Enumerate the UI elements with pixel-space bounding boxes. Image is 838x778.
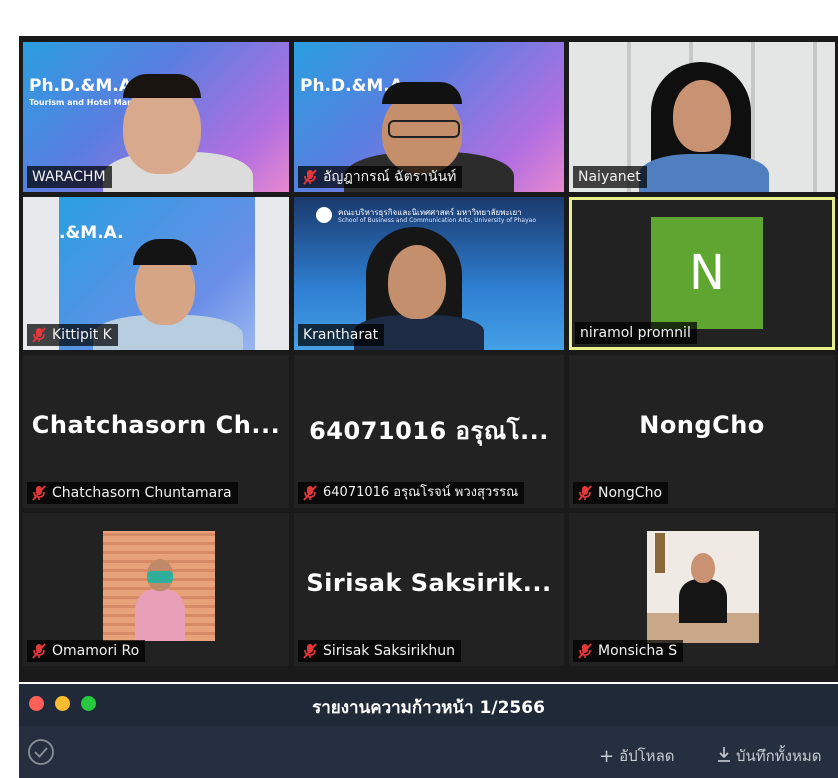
participant-name: Naiyanet <box>578 169 641 185</box>
participant-name-tag: อัญฎากรณ์ ฉัตรานันท์ <box>298 166 463 188</box>
participant-tile-omamori[interactable]: Omamori Ro <box>23 513 289 666</box>
participant-name: Omamori Ro <box>52 643 140 659</box>
participant-name-tag: Naiyanet <box>573 166 647 188</box>
participant-tile-kittipit[interactable]: .&M.A. Kittipit K <box>23 197 289 350</box>
participant-name-tag: WARACHM <box>27 166 112 188</box>
muted-mic-icon <box>303 485 317 501</box>
muted-mic-icon <box>303 169 317 185</box>
muted-mic-icon <box>32 485 46 501</box>
window-title: รายงานความก้าวหน้า 1/2566 <box>312 698 545 718</box>
upload-label: อัปโหลด <box>619 747 675 765</box>
save-all-button[interactable]: บันทึกทั้งหมด <box>717 744 821 768</box>
plus-icon: + <box>599 745 615 767</box>
video-grid: Ph.D.&M.A. Tourism and Hotel Management … <box>19 36 838 682</box>
participant-tile-2[interactable]: Ph.D.&M.A. อัญฎากรณ์ ฉัตรานันท์ <box>294 42 564 192</box>
participant-name: อัญฎากรณ์ ฉัตรานันท์ <box>323 169 457 185</box>
upload-button[interactable]: + อัปโหลด <box>599 744 675 768</box>
participant-tile-64071016[interactable]: 64071016 อรุณโ... 64071016 อรุณโรจน์ พวง… <box>294 355 564 508</box>
check-circle-icon <box>28 739 54 765</box>
participant-name-tag: Krantharat <box>298 324 385 346</box>
muted-mic-icon <box>303 643 317 659</box>
participant-tile-monsicha[interactable]: Monsicha S <box>569 513 835 666</box>
muted-mic-icon <box>32 643 46 659</box>
participant-name: Sirisak Saksirikhun <box>323 643 455 659</box>
participant-name: NongCho <box>598 485 663 501</box>
participant-name-tag: Sirisak Saksirikhun <box>298 640 461 662</box>
participant-name: Kittipit K <box>52 327 112 343</box>
participant-name-tag: 64071016 อรุณโรจน์ พวงสุวรรณ <box>298 482 525 504</box>
participant-name: Krantharat <box>303 327 379 343</box>
participant-display-name: 64071016 อรุณโ... <box>309 417 549 445</box>
download-icon <box>717 746 731 766</box>
muted-mic-icon <box>32 327 46 343</box>
participant-name-tag: Chatchasorn Chuntamara <box>27 482 238 504</box>
window-bar: รายงานความก้าวหน้า 1/2566 + อัปโหลด บันท… <box>19 684 838 778</box>
slide-university-en: School of Business and Communication Art… <box>338 217 536 224</box>
participant-name-tag: Kittipit K <box>27 324 118 346</box>
muted-mic-icon <box>578 485 592 501</box>
participant-tile-sirisak[interactable]: Sirisak Saksirik... Sirisak Saksirikhun <box>294 513 564 666</box>
participant-display-name: Sirisak Saksirik... <box>306 569 552 597</box>
select-all-button[interactable] <box>27 738 55 766</box>
slide-title: Ph.D.&M.A. <box>29 76 139 96</box>
participant-name: niramol promnil <box>580 325 691 341</box>
muted-mic-icon <box>578 643 592 659</box>
participant-tile-warachm[interactable]: Ph.D.&M.A. Tourism and Hotel Management … <box>23 42 289 192</box>
participant-name: WARACHM <box>32 169 106 185</box>
avatar: N <box>651 217 763 329</box>
participant-display-name: Chatchasorn Ch... <box>31 411 281 439</box>
participant-tile-niramol[interactable]: N niramol promnil <box>569 197 835 350</box>
participant-tile-chatchasorn[interactable]: Chatchasorn Ch... Chatchasorn Chuntamara <box>23 355 289 508</box>
save-all-label: บันทึกทั้งหมด <box>736 747 822 765</box>
participant-tile-naiyanet[interactable]: Naiyanet <box>569 42 835 192</box>
participant-name-tag: Monsicha S <box>573 640 684 662</box>
participant-name-tag: Omamori Ro <box>27 640 146 662</box>
action-row: + อัปโหลด บันทึกทั้งหมด <box>19 732 838 776</box>
participant-name-tag: niramol promnil <box>575 322 697 344</box>
university-logo <box>316 207 332 223</box>
participant-name: Chatchasorn Chuntamara <box>52 485 232 501</box>
participant-name: Monsicha S <box>598 643 678 659</box>
participant-display-name: NongCho <box>639 411 765 439</box>
slide-title: .&M.A. <box>59 223 124 243</box>
window-title-bar: รายงานความก้าวหน้า 1/2566 <box>19 684 838 726</box>
participant-tile-nongcho[interactable]: NongCho NongCho <box>569 355 835 508</box>
participant-name-tag: NongCho <box>573 482 669 504</box>
participant-name: 64071016 อรุณโรจน์ พวงสุวรรณ <box>323 485 519 500</box>
participant-tile-krantharat[interactable]: คณะบริหารธุรกิจและนิเทศศาสตร์ มหาวิทยาลั… <box>294 197 564 350</box>
